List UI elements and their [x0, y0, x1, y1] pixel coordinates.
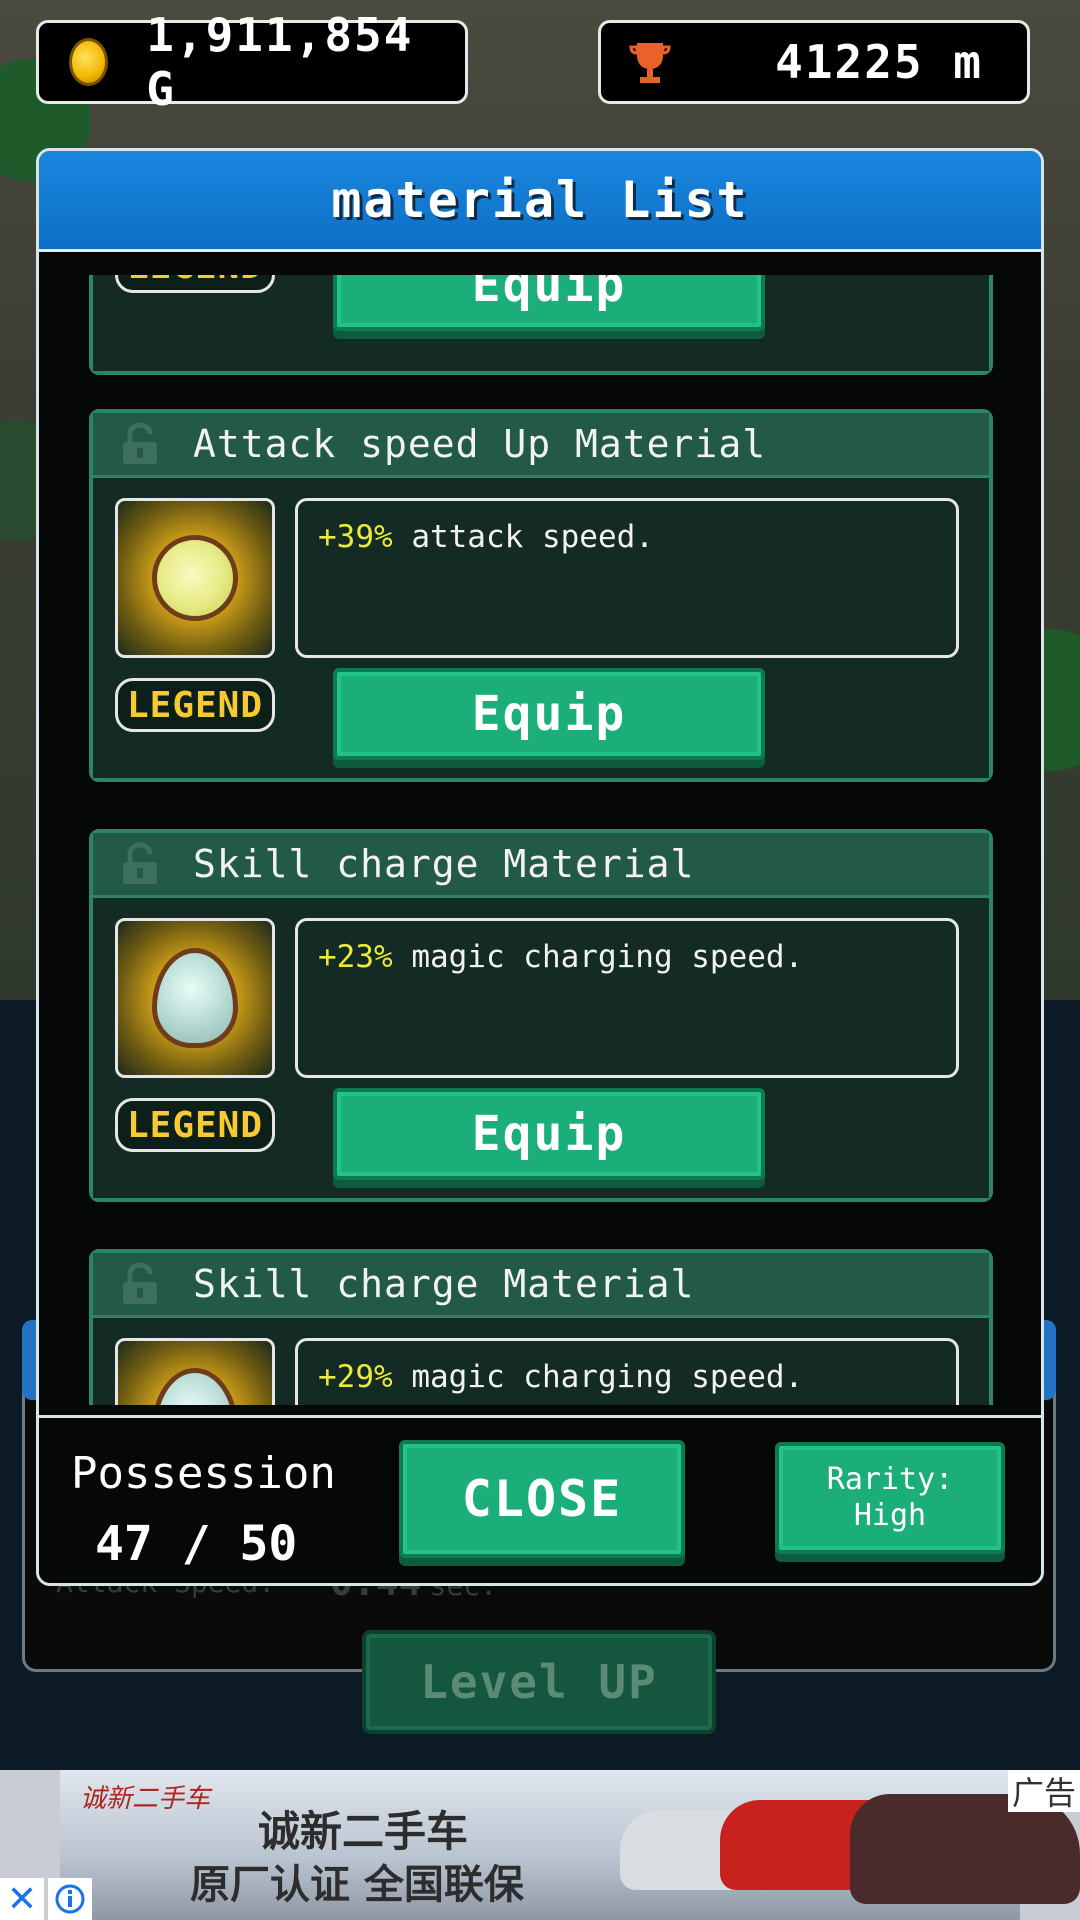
egg-crystal-icon [152, 1368, 238, 1405]
material-name: Skill charge Material [193, 842, 695, 886]
equip-button[interactable]: Equip [333, 668, 765, 760]
close-button[interactable]: CLOSE [399, 1440, 685, 1558]
material-icon-frame [115, 918, 275, 1078]
ad-headline: 诚新二手车 [258, 1807, 469, 1856]
gold-counter: 1,911,854 G [36, 8, 468, 116]
level-up-button[interactable]: Level UP [362, 1630, 716, 1734]
dialog-footer: Possession 47 / 50 CLOSE Rarity: High [39, 1415, 1041, 1583]
ad-subtitle: 原厂认证 全国联保 [190, 1862, 524, 1908]
gold-amount: 1,911,854 G [146, 8, 414, 116]
material-icon-frame [115, 1338, 275, 1405]
ad-banner[interactable]: 诚新二手车 诚新二手车 原厂认证 全国联保 广告 [0, 1770, 1080, 1920]
unlock-icon[interactable] [121, 422, 159, 466]
trophy-icon [627, 39, 673, 85]
rarity-sort-button[interactable]: Rarity: High [775, 1442, 1005, 1554]
egg-crystal-icon [152, 948, 238, 1048]
yellow-orb-icon [152, 535, 238, 621]
material-name: Attack speed Up Material [193, 422, 767, 466]
distance-counter: 41225 m [598, 20, 1030, 104]
material-description: +39% attack speed. [295, 498, 959, 658]
material-card: LEGEND Equip [89, 275, 993, 375]
material-list[interactable]: LEGEND Equip Attack speed Up Material [39, 275, 1041, 1405]
ad-logo: 诚新二手车 [80, 1784, 211, 1814]
distance-amount: 41225 m [775, 35, 983, 89]
unlock-icon[interactable] [121, 842, 159, 886]
ad-info-icon[interactable] [48, 1878, 92, 1920]
material-list-dialog: material List LEGEND Equip Attack speed … [36, 148, 1044, 1586]
possession-count: 47 / 50 [95, 1516, 298, 1572]
ad-label: 广告 [1008, 1770, 1080, 1812]
ad-close-icon[interactable]: ✕ [0, 1878, 44, 1920]
rarity-sort-value: High [853, 1498, 927, 1533]
possession-label: Possession [71, 1448, 336, 1499]
rarity-badge: LEGEND [115, 678, 275, 732]
gold-coin-icon [69, 38, 109, 86]
unlock-icon[interactable] [121, 1262, 159, 1306]
material-name: Skill charge Material [193, 1262, 695, 1306]
material-card: Attack speed Up Material +39% attack spe… [89, 409, 993, 782]
material-description: +29% magic charging speed. [295, 1338, 959, 1405]
dialog-title: material List [39, 151, 1041, 252]
equip-button[interactable]: Equip [333, 1088, 765, 1180]
rarity-sort-label: Rarity: [826, 1462, 954, 1497]
rarity-badge: LEGEND [115, 275, 275, 293]
material-description: +23% magic charging speed. [295, 918, 959, 1078]
material-icon-frame [115, 498, 275, 658]
material-card: Skill charge Material +29% magic chargin… [89, 1249, 993, 1405]
rarity-badge: LEGEND [115, 1098, 275, 1152]
material-card: Skill charge Material +23% magic chargin… [89, 829, 993, 1202]
equip-button[interactable]: Equip [333, 275, 765, 331]
